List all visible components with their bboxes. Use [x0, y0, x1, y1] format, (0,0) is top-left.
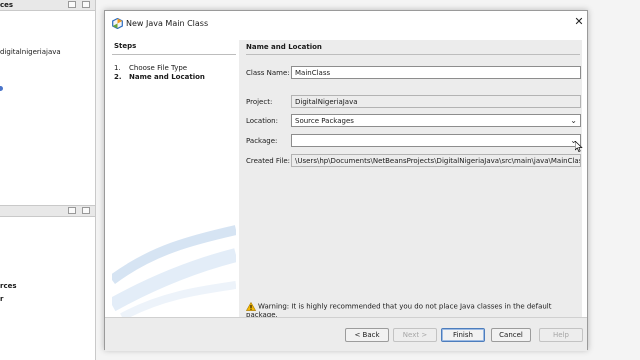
back-button[interactable]: < Back: [345, 328, 389, 342]
new-java-main-class-dialog: New Java Main Class ✕ Steps 1. Choose Fil…: [104, 10, 588, 351]
dialog-title: New Java Main Class: [126, 19, 209, 28]
step-item-current: 2. Name and Location: [114, 73, 205, 81]
name-location-panel: Name and Location Class Name: MainClass …: [239, 40, 583, 319]
project-field: DigitalNigeriaJava: [291, 95, 581, 108]
steps-heading: Steps: [114, 42, 137, 50]
project-tree-item[interactable]: digitalnigeriajava: [0, 48, 61, 56]
steps-divider: [112, 54, 236, 55]
created-file-field: \Users\hp\Documents\NetBeansProjects\Dig…: [291, 154, 581, 167]
panel-close-icon[interactable]: [82, 207, 90, 214]
help-button[interactable]: Help: [539, 328, 583, 342]
step-label: Name and Location: [129, 73, 205, 81]
location-select[interactable]: Source Packages ⌄: [291, 114, 581, 127]
next-button[interactable]: Next >: [393, 328, 437, 342]
package-combobox[interactable]: ⌄: [291, 134, 581, 147]
warning-icon: [246, 302, 256, 311]
navigator-item[interactable]: r: [0, 295, 3, 303]
package-label: Package:: [246, 137, 278, 145]
panel-minimize-icon[interactable]: [68, 1, 76, 8]
projects-panel: ces digitalnigeriajava: [0, 0, 96, 205]
cancel-button[interactable]: Cancel: [491, 328, 531, 342]
class-name-label: Class Name:: [246, 69, 290, 77]
dialog-titlebar[interactable]: New Java Main Class ✕: [105, 11, 587, 36]
panel-minimize-icon[interactable]: [68, 207, 76, 214]
panel-close-icon[interactable]: [82, 1, 90, 8]
navigator-panel-header: [0, 206, 95, 217]
class-name-input[interactable]: MainClass: [291, 66, 581, 79]
navigator-panel: rces r: [0, 205, 96, 360]
created-file-label: Created File:: [246, 157, 290, 165]
dialog-body: Steps 1. Choose File Type 2. Name and Loca…: [105, 36, 587, 319]
section-title: Name and Location: [246, 43, 322, 51]
navigator-item[interactable]: rces: [0, 282, 17, 290]
project-label: Project:: [246, 98, 273, 106]
step-item: 1. Choose File Type: [114, 64, 187, 72]
netbeans-logo-icon: [112, 18, 123, 29]
step-number: 2.: [114, 73, 122, 81]
tree-node-icon: [0, 86, 3, 91]
finish-button[interactable]: Finish: [441, 328, 485, 342]
location-label: Location:: [246, 117, 278, 125]
chevron-down-icon: ⌄: [570, 116, 577, 125]
steps-panel: Steps 1. Choose File Type 2. Name and Loca…: [112, 40, 236, 317]
projects-panel-header: ces: [0, 0, 95, 11]
step-label: Choose File Type: [129, 64, 188, 72]
close-icon[interactable]: ✕: [574, 16, 584, 27]
dialog-button-bar: < Back Next > Finish Cancel Help: [105, 317, 587, 351]
decorative-swoosh-graphic: [112, 225, 236, 317]
mouse-cursor-icon: [575, 141, 583, 152]
step-number: 1.: [114, 64, 121, 72]
section-divider: [246, 54, 580, 55]
projects-panel-title: ces: [0, 1, 14, 9]
location-value: Source Packages: [295, 117, 354, 125]
